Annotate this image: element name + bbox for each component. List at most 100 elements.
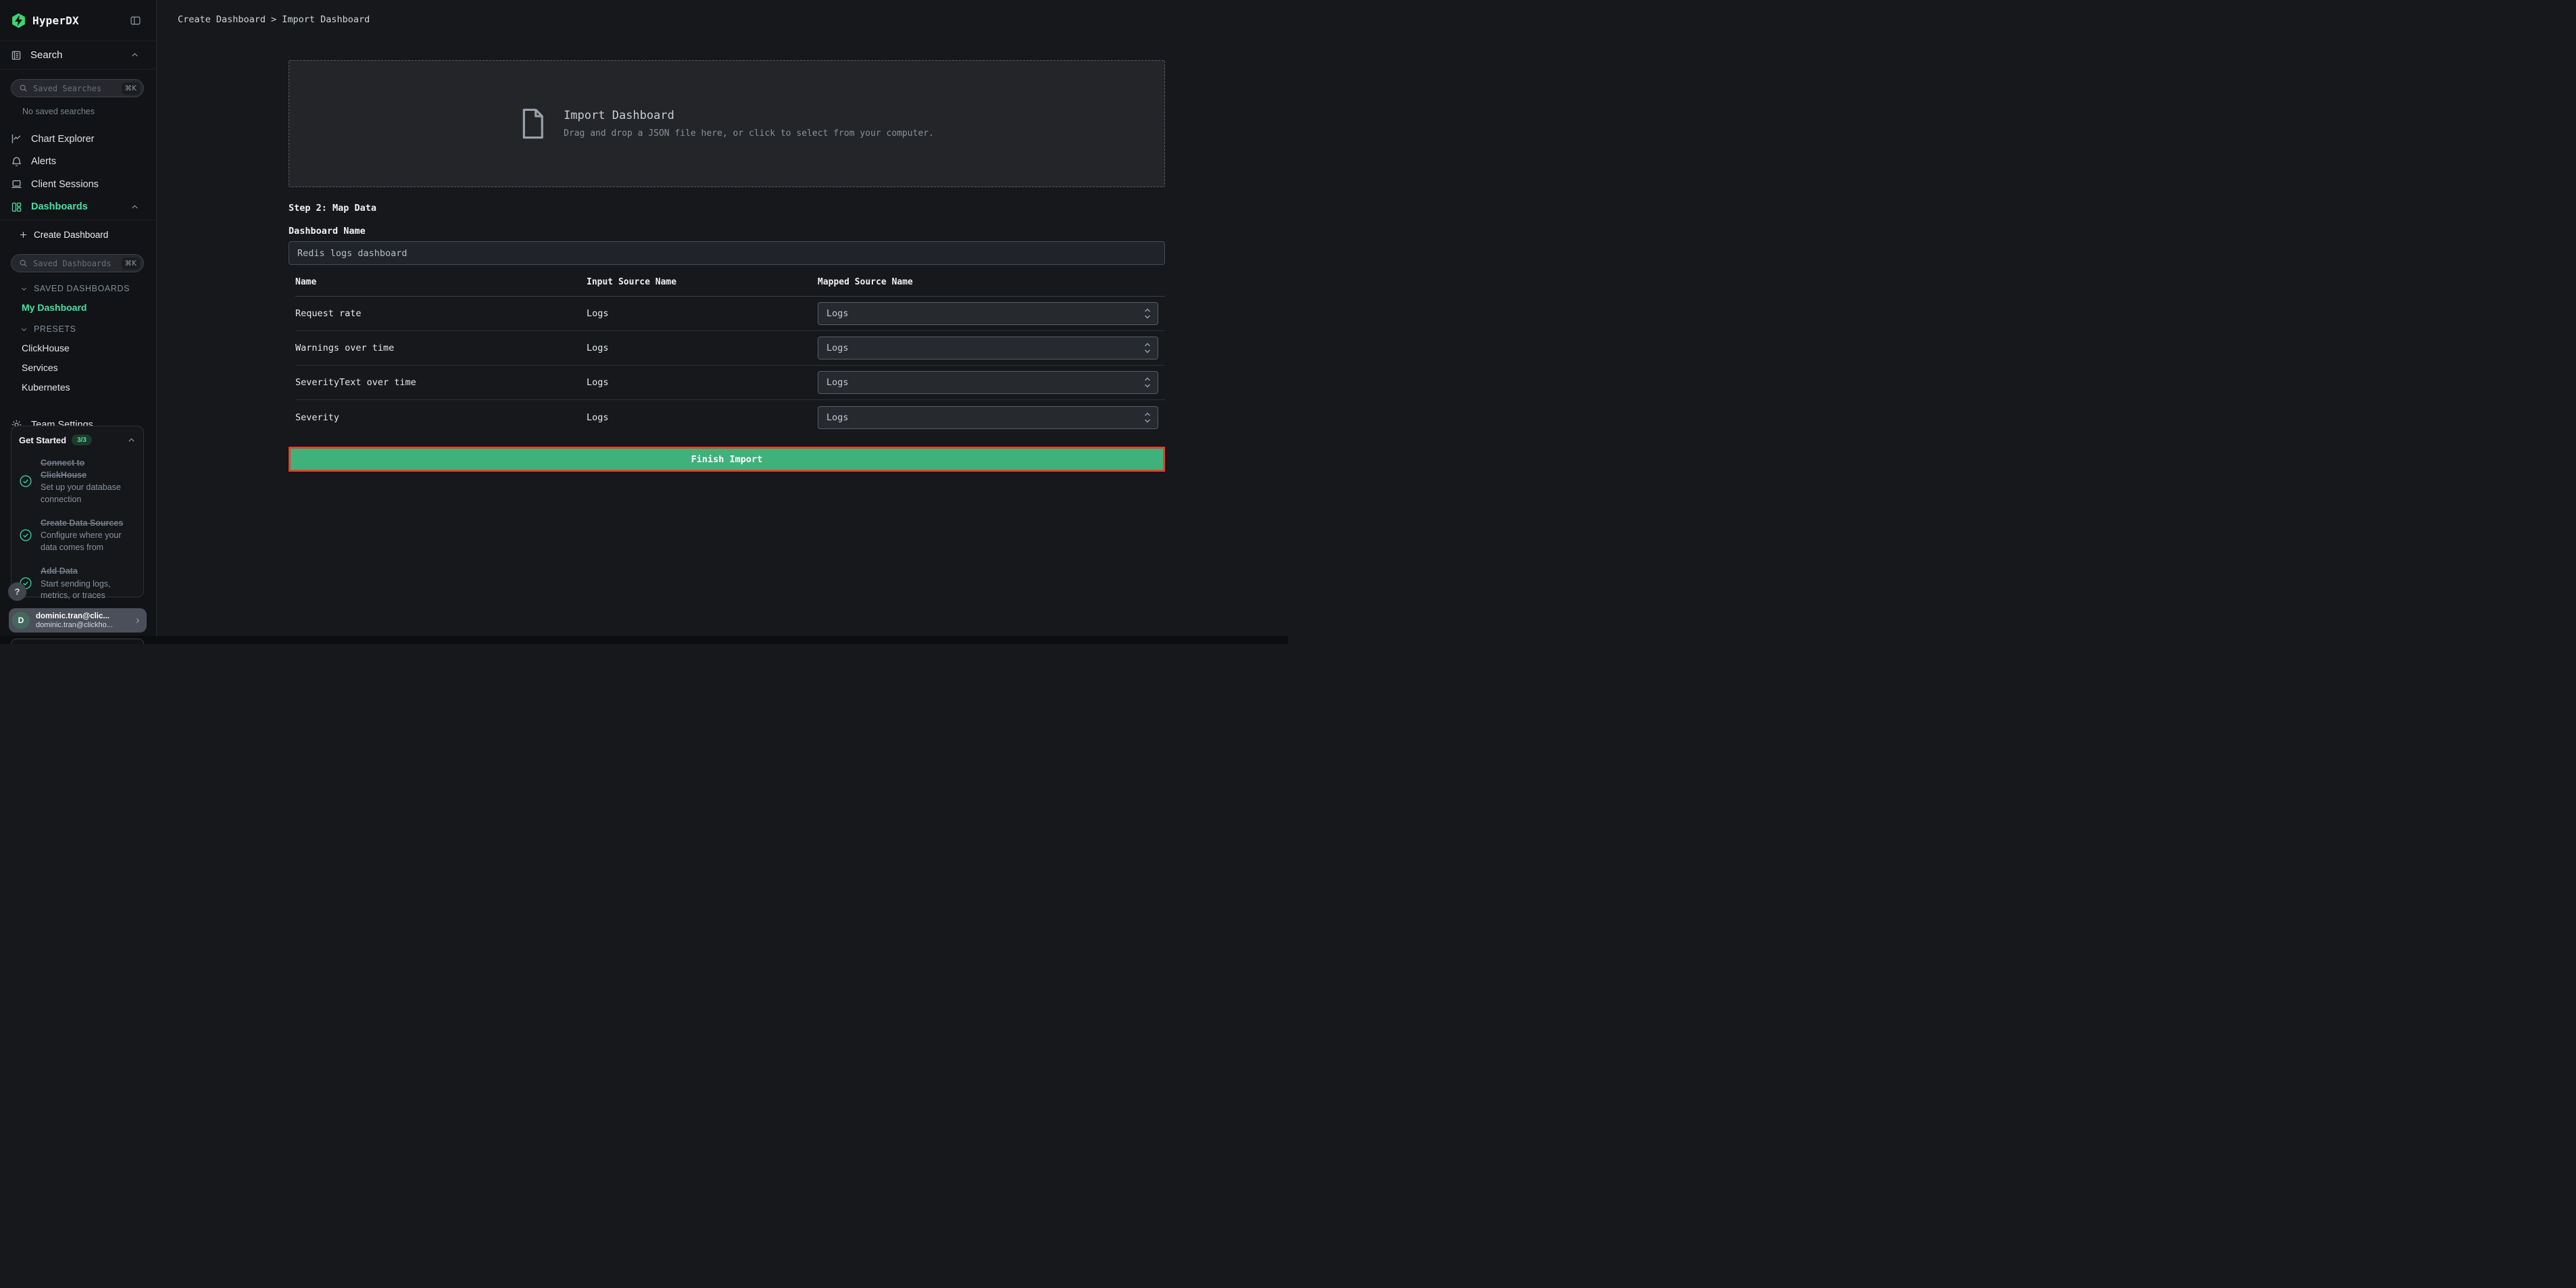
- sidebar-item-label: Alerts: [31, 156, 56, 167]
- import-dashboard-content: Import Dashboard Drag and drop a JSON fi…: [289, 60, 1165, 472]
- get-started-item-title: Connect to ClickHouse: [41, 457, 131, 481]
- row-input-source: Logs: [587, 377, 818, 388]
- search-section-label: Search: [30, 49, 63, 61]
- map-data-table: Name Input Source Name Mapped Source Nam…: [289, 266, 1165, 435]
- table-row: Request rate Logs Logs: [295, 297, 1165, 331]
- sidebar-section-search[interactable]: Search: [0, 41, 156, 70]
- row-input-source: Logs: [587, 412, 818, 423]
- row-input-source: Logs: [587, 308, 818, 319]
- sidebar-collapse-icon[interactable]: [130, 15, 141, 26]
- select-chevrons-icon: [1144, 342, 1151, 354]
- help-button[interactable]: ?: [8, 583, 26, 601]
- no-saved-searches-text: No saved searches: [22, 107, 156, 116]
- dropzone-subtitle: Drag and drop a JSON file here, or click…: [564, 128, 934, 139]
- cmd-k-shortcut: ⌘K: [122, 257, 140, 270]
- cmd-k-shortcut: ⌘K: [122, 82, 140, 95]
- column-header-name: Name: [295, 277, 587, 287]
- row-name: Request rate: [295, 308, 587, 319]
- get-started-item-desc: Set up your database connection: [41, 482, 131, 505]
- sidebar-item-preset-services[interactable]: Services: [22, 362, 156, 373]
- get-started-item-connect[interactable]: Connect to ClickHouse Set up your databa…: [19, 457, 136, 505]
- search-icon: [19, 259, 28, 268]
- saved-dashboards-group-header[interactable]: SAVED DASHBOARDS: [20, 284, 156, 293]
- sidebar-item-chart-explorer[interactable]: Chart Explorer: [0, 128, 156, 151]
- sidebar-item-alerts[interactable]: Alerts: [0, 151, 156, 174]
- table-header-row: Name Input Source Name Mapped Source Nam…: [295, 266, 1165, 297]
- saved-dashboards-header-label: SAVED DASHBOARDS: [34, 284, 130, 293]
- breadcrumb: Create Dashboard > Import Dashboard: [157, 0, 1288, 39]
- user-name: dominic.tran@clic...: [36, 612, 113, 620]
- sidebar-item-label: Dashboards: [31, 201, 88, 212]
- create-dashboard-label: Create Dashboard: [34, 230, 108, 240]
- row-name: Warnings over time: [295, 343, 587, 353]
- get-started-card: Get Started 3/3 Connect to ClickHouse Se…: [11, 426, 144, 597]
- get-started-item-desc: Configure where your data comes from: [41, 530, 131, 553]
- get-started-item-add-data[interactable]: Add Data Start sending logs, metrics, or…: [19, 565, 136, 601]
- dashboard-name-input[interactable]: [289, 241, 1165, 265]
- file-icon: [520, 107, 545, 140]
- mapped-source-select[interactable]: Logs: [818, 406, 1158, 429]
- get-started-header: Get Started 3/3: [19, 435, 136, 445]
- hyperdx-logo-icon: [11, 13, 26, 28]
- saved-dashboards-input[interactable]: Saved Dashboards ⌘K: [11, 254, 144, 272]
- breadcrumb-separator: >: [271, 14, 276, 25]
- get-started-item-sources[interactable]: Create Data Sources Configure where your…: [19, 517, 136, 553]
- presets-group-header[interactable]: PRESETS: [20, 324, 156, 334]
- saved-searches-input[interactable]: Saved Searches ⌘K: [11, 79, 144, 97]
- sidebar-item-label: Client Sessions: [31, 179, 99, 190]
- select-chevrons-icon: [1144, 307, 1151, 320]
- get-started-item-title: Add Data: [41, 565, 131, 577]
- breadcrumb-import-dashboard[interactable]: Import Dashboard: [282, 14, 370, 25]
- get-started-item-desc: Start sending logs, metrics, or traces: [41, 578, 131, 602]
- check-circle-icon: [19, 528, 32, 542]
- avatar: D: [12, 612, 30, 629]
- user-account-card[interactable]: D dominic.tran@clic... dominic.tran@clic…: [9, 608, 147, 633]
- sidebar-nav: Chart Explorer Alerts Client Sessions Da…: [0, 128, 156, 220]
- step-label: Step 2: Map Data: [289, 203, 1165, 214]
- breadcrumb-create-dashboard[interactable]: Create Dashboard: [178, 14, 266, 25]
- column-header-input-source: Input Source Name: [587, 277, 818, 287]
- sidebar-item-client-sessions[interactable]: Client Sessions: [0, 173, 156, 196]
- saved-searches-placeholder: Saved Searches: [33, 84, 101, 93]
- dashboard-name-label: Dashboard Name: [289, 226, 1165, 237]
- user-email: dominic.tran@clickho...: [36, 621, 113, 629]
- cut-off-panel: [11, 639, 144, 644]
- finish-import-button[interactable]: Finish Import: [289, 447, 1165, 472]
- get-started-title: Get Started: [19, 435, 66, 445]
- sidebar-item-dashboards[interactable]: Dashboards: [0, 196, 156, 219]
- selected-option: Logs: [826, 343, 849, 353]
- table-row: SeverityText over time Logs Logs: [295, 366, 1165, 400]
- table-row: Warnings over time Logs Logs: [295, 331, 1165, 366]
- chevron-up-icon: [130, 203, 139, 212]
- mapped-source-select[interactable]: Logs: [818, 371, 1158, 394]
- row-name: SeverityText over time: [295, 377, 587, 388]
- sidebar: HyperDX Search Saved Se: [0, 0, 157, 644]
- row-name: Severity: [295, 412, 587, 423]
- row-input-source: Logs: [587, 343, 818, 353]
- create-dashboard-button[interactable]: Create Dashboard: [0, 224, 156, 245]
- select-chevrons-icon: [1144, 376, 1151, 389]
- selected-option: Logs: [826, 412, 849, 423]
- chevron-down-icon: [20, 326, 28, 333]
- check-circle-icon: [19, 474, 32, 488]
- table-row: Severity Logs Logs: [295, 400, 1165, 435]
- column-header-mapped-source: Mapped Source Name: [818, 277, 1165, 287]
- chevron-up-icon: [130, 51, 139, 59]
- sidebar-item-preset-kubernetes[interactable]: Kubernetes: [22, 382, 156, 393]
- sidebar-item-my-dashboard[interactable]: My Dashboard: [22, 302, 156, 313]
- mapped-source-select[interactable]: Logs: [818, 302, 1158, 325]
- logo-row: HyperDX: [0, 0, 156, 41]
- bell-icon: [11, 156, 22, 168]
- chevron-up-icon[interactable]: [127, 436, 136, 445]
- selected-option: Logs: [826, 308, 849, 319]
- main-area: Create Dashboard > Import Dashboard Import…: [157, 0, 1288, 644]
- chart-line-icon: [11, 133, 22, 145]
- progress-badge: 3/3: [72, 435, 92, 445]
- json-file-dropzone[interactable]: Import Dashboard Drag and drop a JSON fi…: [289, 60, 1165, 187]
- get-started-item-title: Create Data Sources: [41, 517, 131, 529]
- laptop-icon: [11, 178, 22, 190]
- sidebar-item-label: Chart Explorer: [31, 134, 94, 145]
- mapped-source-select[interactable]: Logs: [818, 337, 1158, 360]
- chevron-down-icon: [20, 285, 28, 293]
- sidebar-item-preset-clickhouse[interactable]: ClickHouse: [22, 343, 156, 353]
